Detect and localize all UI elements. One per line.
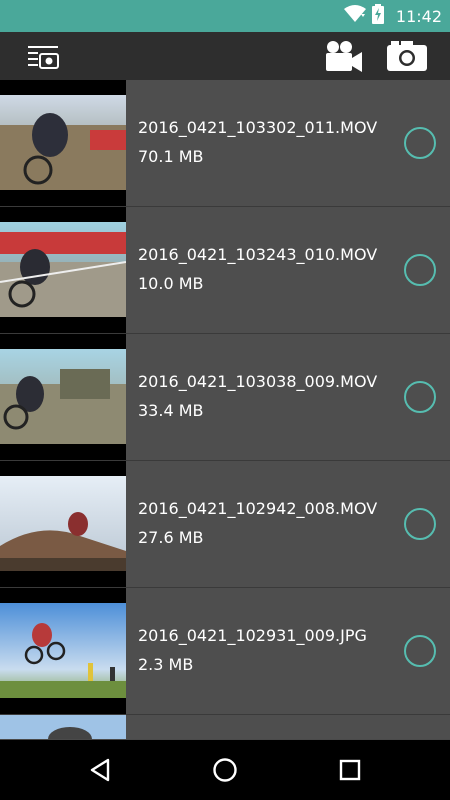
back-icon[interactable] — [70, 740, 130, 800]
battery-charging-icon — [371, 4, 384, 28]
file-size: 70.1 MB — [138, 147, 204, 166]
recents-icon[interactable] — [320, 740, 380, 800]
navigation-bar — [0, 740, 450, 800]
toolbar — [0, 32, 450, 80]
list-item[interactable]: 2016_0421_102931_009.JPG 2.3 MB — [0, 588, 450, 715]
file-size: 27.6 MB — [138, 528, 204, 547]
list-item[interactable]: 2016_0421_103243_010.MOV 10.0 MB — [0, 207, 450, 334]
file-size: 10.0 MB — [138, 274, 204, 293]
video-camera-icon[interactable] — [318, 32, 368, 80]
thumbnail — [0, 207, 126, 333]
file-info: 2016_0421_102931_009.JPG 2.3 MB — [138, 626, 367, 675]
select-radio[interactable] — [404, 127, 436, 159]
select-radio[interactable] — [404, 635, 436, 667]
file-name: 2016_0421_103038_009.MOV — [138, 372, 378, 391]
file-name: 2016_0421_103243_010.MOV — [138, 245, 378, 264]
file-info: 2016_0421_102942_008.MOV 27.6 MB — [138, 499, 377, 548]
select-radio[interactable] — [404, 381, 436, 413]
file-size: 2.3 MB — [138, 655, 194, 674]
status-icons: 11:42 — [343, 0, 442, 32]
list-item[interactable] — [0, 715, 450, 739]
list-item[interactable]: 2016_0421_103038_009.MOV 33.4 MB — [0, 334, 450, 461]
thumbnail — [0, 334, 126, 460]
thumbnail — [0, 461, 126, 587]
camera-menu-icon[interactable] — [18, 32, 66, 80]
status-bar: 11:42 — [0, 0, 450, 32]
file-list: 2016_0421_103302_011.MOV 70.1 MB 2016_04… — [0, 80, 450, 740]
thumbnail — [0, 715, 126, 739]
photo-camera-icon[interactable] — [382, 32, 432, 80]
home-icon[interactable] — [195, 740, 255, 800]
thumbnail — [0, 588, 126, 714]
file-info: 2016_0421_103302_011.MOV 70.1 MB — [138, 118, 377, 167]
thumbnail — [0, 80, 126, 206]
select-radio[interactable] — [404, 508, 436, 540]
file-name: 2016_0421_103302_011.MOV — [138, 118, 378, 137]
wifi-icon — [343, 5, 366, 27]
status-time: 11:42 — [395, 6, 442, 26]
select-radio[interactable] — [404, 254, 436, 286]
list-item[interactable]: 2016_0421_102942_008.MOV 27.6 MB — [0, 461, 450, 588]
list-item[interactable]: 2016_0421_103302_011.MOV 70.1 MB — [0, 80, 450, 207]
file-info: 2016_0421_103243_010.MOV 10.0 MB — [138, 245, 377, 294]
file-size: 33.4 MB — [138, 401, 204, 420]
file-name: 2016_0421_102931_009.JPG — [138, 626, 367, 645]
file-info: 2016_0421_103038_009.MOV 33.4 MB — [138, 372, 377, 421]
file-name: 2016_0421_102942_008.MOV — [138, 499, 378, 518]
